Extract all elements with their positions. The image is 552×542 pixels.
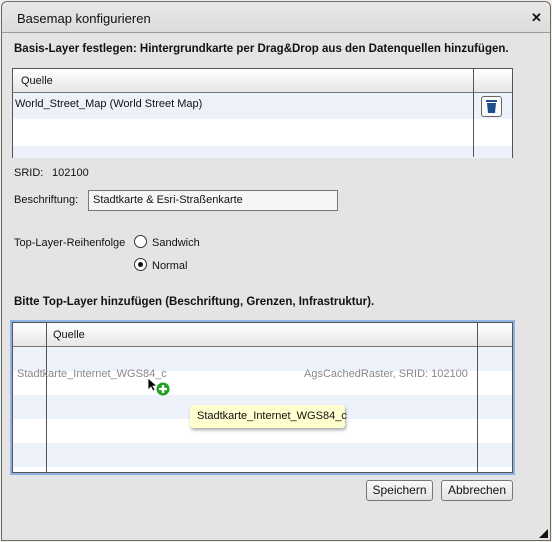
drag-item-info: AgsCachedRaster, SRID: 102100 — [304, 368, 468, 380]
radio-sandwich[interactable] — [134, 235, 147, 248]
drag-item-name: Stadtkarte_Internet_WGS84_c — [17, 368, 167, 380]
top-layer-heading: Bitte Top-Layer hinzufügen (Beschriftung… — [14, 296, 375, 308]
cancel-button[interactable]: Abbrechen — [441, 480, 513, 501]
base-layer-heading: Basis-Layer festlegen: Hintergrundkarte … — [14, 43, 509, 55]
radio-normal[interactable] — [134, 258, 147, 271]
grid-header: Quelle — [13, 323, 512, 347]
top-layer-drop-zone[interactable]: Quelle Stadtkarte_Internet_WGS84_c AgsCa… — [10, 320, 515, 475]
grid-header: Quelle — [13, 69, 512, 93]
column-header-quelle[interactable]: Quelle — [21, 75, 53, 87]
dialog-title-bar[interactable]: Basemap konfigurieren ✕ — [2, 2, 550, 33]
table-row-empty — [13, 146, 512, 158]
column-divider — [473, 69, 474, 157]
srid-label: SRID: — [14, 167, 44, 179]
close-icon[interactable]: ✕ — [531, 10, 542, 26]
order-label: Top-Layer-Reihenfolge — [14, 237, 126, 249]
column-divider — [477, 323, 478, 472]
table-row-empty — [13, 443, 512, 467]
drag-tooltip: Stadtkarte_Internet_WGS84_c — [190, 405, 347, 428]
radio-sandwich-label[interactable]: Sandwich — [152, 237, 200, 249]
srid-value: 102100 — [52, 167, 89, 179]
base-layer-grid: Quelle World_Street_Map (World Street Ma… — [12, 68, 513, 158]
add-plus-icon — [156, 382, 170, 396]
base-layer-source: World_Street_Map (World Street Map) — [15, 98, 203, 110]
delete-button[interactable] — [481, 96, 502, 117]
save-button[interactable]: Speichern — [366, 480, 433, 501]
radio-normal-label[interactable]: Normal — [152, 260, 187, 272]
dialog-title: Basemap konfigurieren — [17, 11, 151, 26]
resize-grip-icon[interactable] — [539, 529, 548, 538]
trash-icon — [486, 100, 497, 113]
column-divider — [46, 323, 47, 472]
table-row[interactable]: World_Street_Map (World Street Map) — [13, 93, 512, 119]
caption-input[interactable]: Stadtkarte & Esri-Straßenkarte — [88, 190, 338, 211]
top-layer-grid: Quelle Stadtkarte_Internet_WGS84_c AgsCa… — [12, 322, 513, 473]
caption-label: Beschriftung: — [14, 194, 79, 206]
column-header-quelle[interactable]: Quelle — [53, 329, 85, 341]
table-row-empty — [13, 119, 512, 146]
